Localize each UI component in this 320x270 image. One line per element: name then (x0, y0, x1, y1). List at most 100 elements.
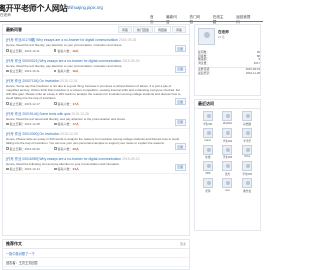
sidebar: 在老师 LV.高 提问数： 96 回答数： 88 被采纳： 5 浏览量： 2017 注册… (194, 24, 261, 231)
checkbox-icon (6, 167, 9, 171)
question-item: [代写 作业 00016969] Why essays are a no-bra… (3, 154, 189, 174)
checkbox-icon (53, 49, 57, 52)
visitor-item[interactable]: 教务处 (237, 178, 257, 193)
question-body: Hence, Read the text aloud and fluently,… (6, 116, 126, 121)
panel-header: 最新问答 问答 热门回答 待回答 问答 (3, 25, 189, 35)
recommend-panel: 推荐作文 更多 一篇中英对照了一下 回答者：王亮王亮回答 (2, 239, 190, 270)
checkbox-icon (6, 122, 9, 126)
question-item: [代写 作业 20019144] Some texts with quiz 20… (3, 109, 189, 129)
avatar (242, 127, 253, 138)
reply-button[interactable]: 回复 (174, 98, 186, 105)
avatar (202, 111, 213, 121)
question-meta: 截止日期：2016-10-11 答案人数： 19人 (6, 69, 186, 73)
avatar (222, 178, 233, 189)
visitor-item[interactable]: 学学乐 (237, 127, 257, 143)
checkbox-icon (6, 49, 9, 52)
question-title[interactable]: [代写 作业 20019144] Some texts with quiz 20… (6, 111, 186, 116)
question-meta: 截止日期：2015-12-28 答案人数： 17人 (6, 122, 186, 126)
reply-button[interactable]: 回复 (174, 65, 186, 73)
reply-button[interactable]: 回复 (174, 143, 186, 150)
avatar (242, 111, 253, 121)
reply-button[interactable]: 回复 (174, 118, 186, 126)
question-body: Hence, Read the text fluently, pay atten… (6, 43, 123, 47)
visitor-item[interactable]: 张杰 (218, 161, 238, 176)
question-item: [代写 作业 00000021] Why essays are a no-bra… (3, 56, 189, 76)
avatar (202, 144, 213, 155)
question-item: [代写 作业20175期] Why essays are a no-braine… (3, 35, 189, 56)
panel-title: 最新问答 (6, 26, 22, 32)
tab-hot-answers[interactable]: 热门回答 (132, 26, 153, 33)
tab-qa-2[interactable]: 问答 (171, 26, 186, 33)
visitor-item[interactable]: XRS (198, 161, 218, 176)
answer-count: 19人 (72, 69, 79, 73)
tab-qa[interactable]: 问答 (117, 26, 132, 33)
recent-visitors-title: 最近访问 (198, 101, 214, 106)
avatar (202, 178, 213, 189)
profile-level: LV.高 (218, 35, 225, 39)
avatar (202, 161, 213, 172)
answer-count: 17人 (72, 101, 79, 106)
avatar (202, 127, 213, 138)
avatar (222, 161, 233, 172)
checkbox-icon (53, 122, 57, 126)
checkbox-icon (53, 69, 57, 73)
visitor-item[interactable]: zizhu (237, 144, 257, 160)
answer-count: 17人 (72, 122, 79, 126)
visitor-grid: 学生001 ZHANG 初始题 hanLi 学生002 学学乐 在线 学生003… (195, 109, 260, 195)
answer-count: 19人 (72, 48, 79, 53)
question-meta: 截止日期：2015-12-17 答案人数： 17人 (6, 102, 186, 106)
visitor-item[interactable]: 老师 (198, 178, 218, 193)
question-title[interactable]: [代写 作业 00016969] Why essays are a no-bra… (6, 156, 186, 161)
question-title[interactable]: [代写 作业 20007154] On Invelation 2015-12-0… (6, 78, 186, 83)
visitor-item[interactable]: 初始题 (237, 111, 257, 126)
question-title[interactable]: [代写 作业 20010000] On Invelution 2015-12-2… (6, 131, 186, 136)
site-subtitle: 在老师 (0, 12, 11, 17)
question-meta: 截止日期：2015-10-31 答案人数： 24人 (6, 167, 186, 171)
site-url[interactable]: shihuajing.pipix.org (67, 5, 103, 10)
checkbox-icon (6, 69, 9, 73)
site-header: 离开平老师个人网站 shihuajing.pipix.org 在老师 首页 最新… (0, 0, 263, 24)
recent-visitors-panel: 最近访问 学生001 ZHANG 初始题 hanLi 学生002 学学乐 在线 … (194, 99, 261, 231)
checkbox-icon (53, 102, 57, 105)
recommend-title: 推荐作文 (6, 241, 22, 246)
question-body: Hence, Please write an essay in 200 word… (6, 137, 180, 145)
more-link[interactable]: 更多 (180, 242, 186, 246)
question-title[interactable]: [代写 作业20175期] Why essays are a no-braine… (6, 37, 186, 42)
recommend-item[interactable]: 一篇中英对照了一下 (3, 249, 189, 258)
visitor-item[interactable]: 学生001 (198, 111, 218, 126)
visitor-item[interactable]: 在线 (198, 144, 218, 159)
checkbox-icon (53, 147, 57, 150)
panel-header: 最近访问 (195, 100, 260, 109)
answer-count: 20人 (72, 146, 79, 151)
reply-button[interactable]: 回复 (174, 163, 186, 171)
tab-pending[interactable]: 待回答 (153, 26, 171, 33)
tab-bar: 问答 热门回答 待回答 问答 (117, 26, 186, 33)
visitor-item[interactable]: 学生003 (218, 144, 238, 159)
question-title[interactable]: [代写 作业 00000021] Why essays are a no-bra… (6, 58, 186, 63)
avatar (222, 127, 233, 138)
recommend-item-meta: 回答者：王亮王亮回答 (3, 258, 189, 267)
reply-button[interactable]: 回复 (174, 45, 186, 52)
stat-row: 浏览量： 2017 (198, 60, 260, 65)
avatar[interactable] (198, 28, 215, 45)
stat-row: 最后登录： 2016-11-28 (198, 70, 260, 75)
visitor-item[interactable]: ZHANG (218, 111, 238, 126)
visitor-item[interactable]: 学生005 (237, 161, 257, 176)
visitor-item[interactable]: test (218, 178, 238, 193)
profile-stats: 提问数： 96 回答数： 88 被采纳： 5 浏览量： 2017 注册日期： 2015-0… (198, 50, 260, 76)
visitor-item[interactable]: hanLi (198, 127, 218, 143)
question-item: [代写 作业 20007154] On Invelation 2015-12-0… (3, 76, 189, 109)
avatar (222, 111, 233, 121)
question-meta: 截止日期：2016-10-11 答案人数： 19人 (6, 49, 186, 53)
question-body: Hence, Some say that invelution is not d… (6, 84, 181, 100)
avatar (242, 178, 253, 189)
question-item: [代写 作业 20010000] On Invelution 2015-12-2… (3, 129, 189, 154)
avatar (242, 144, 253, 155)
visitor-item[interactable]: 学生002 (218, 127, 238, 143)
avatar (222, 144, 233, 155)
panel-header: 推荐作文 更多 (3, 240, 189, 249)
latest-questions-panel: 最新问答 问答 热门回答 待回答 问答 [代写 作业20175期] Why es… (2, 24, 190, 236)
question-body: Hence, Read the following text and pay a… (6, 161, 120, 166)
checkbox-icon (6, 147, 9, 150)
checkbox-icon (6, 102, 9, 105)
